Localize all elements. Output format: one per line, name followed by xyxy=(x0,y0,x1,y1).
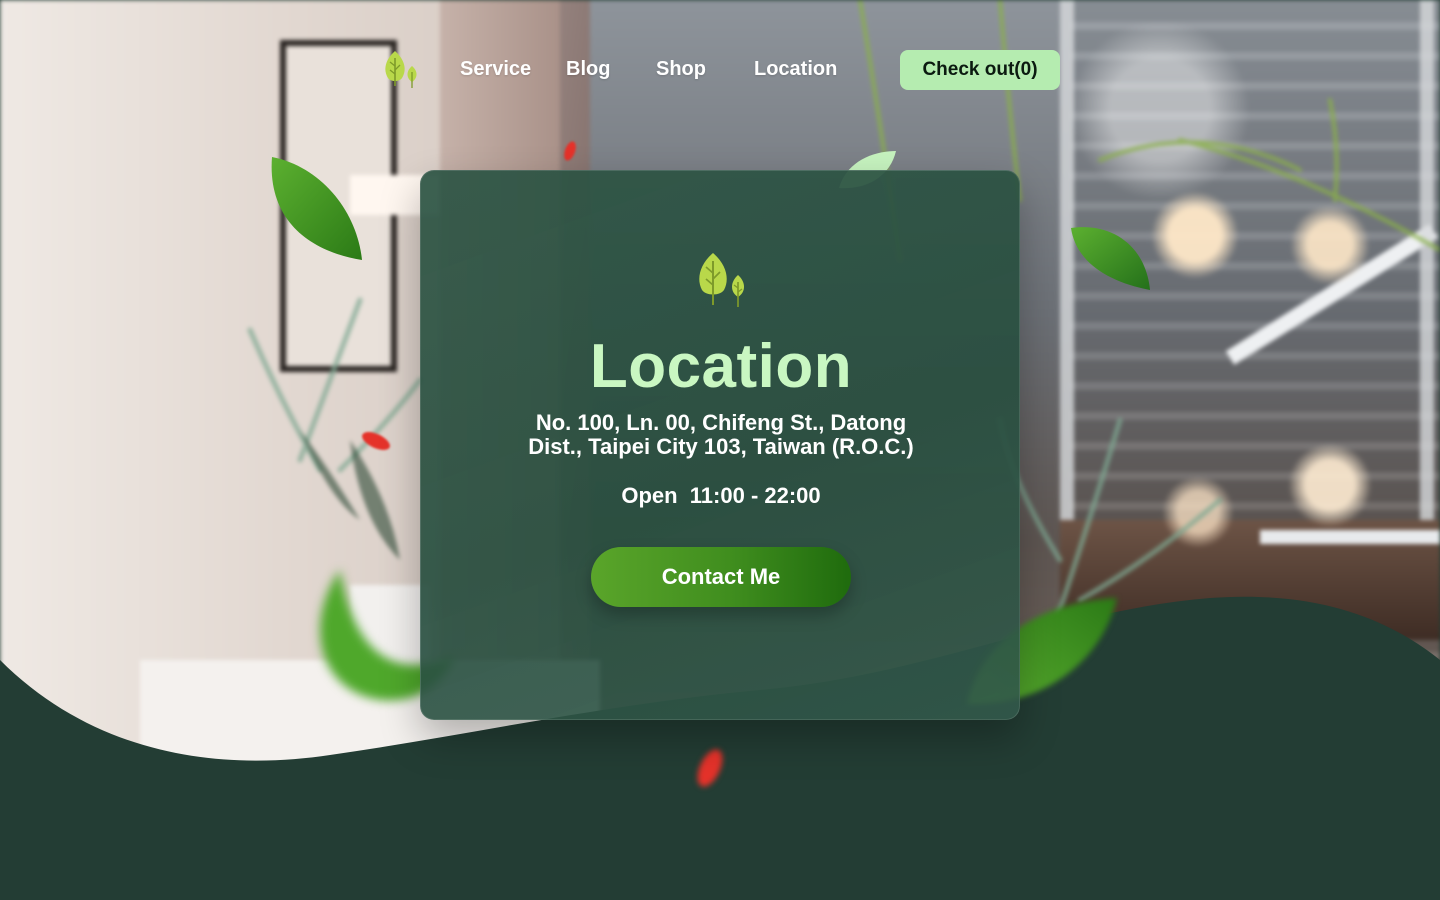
nav-shop[interactable]: Shop xyxy=(656,58,706,82)
falling-leaf-icon xyxy=(271,157,362,260)
tree-logo-icon xyxy=(699,253,744,307)
falling-petal-icon xyxy=(697,749,723,787)
opening-hours: Open 11:00 - 22:00 xyxy=(621,483,821,508)
nav-location[interactable]: Location xyxy=(754,58,837,82)
tree-logo-icon[interactable] xyxy=(380,48,422,90)
nav-service[interactable]: Service xyxy=(460,58,531,82)
checkout-button[interactable]: Check out(0) xyxy=(900,50,1060,90)
falling-petal-icon xyxy=(362,432,390,450)
falling-petal-icon xyxy=(564,141,576,161)
nav-blog[interactable]: Blog xyxy=(566,58,610,82)
page-title: Location xyxy=(589,332,853,401)
location-card: Location No. 100, Ln. 00, Chifeng St., D… xyxy=(420,170,1020,720)
address-text: No. 100, Ln. 00, Chifeng St., Datong Dis… xyxy=(528,410,914,459)
falling-leaf-icon xyxy=(1071,227,1150,290)
contact-me-button[interactable]: Contact Me xyxy=(591,547,851,607)
